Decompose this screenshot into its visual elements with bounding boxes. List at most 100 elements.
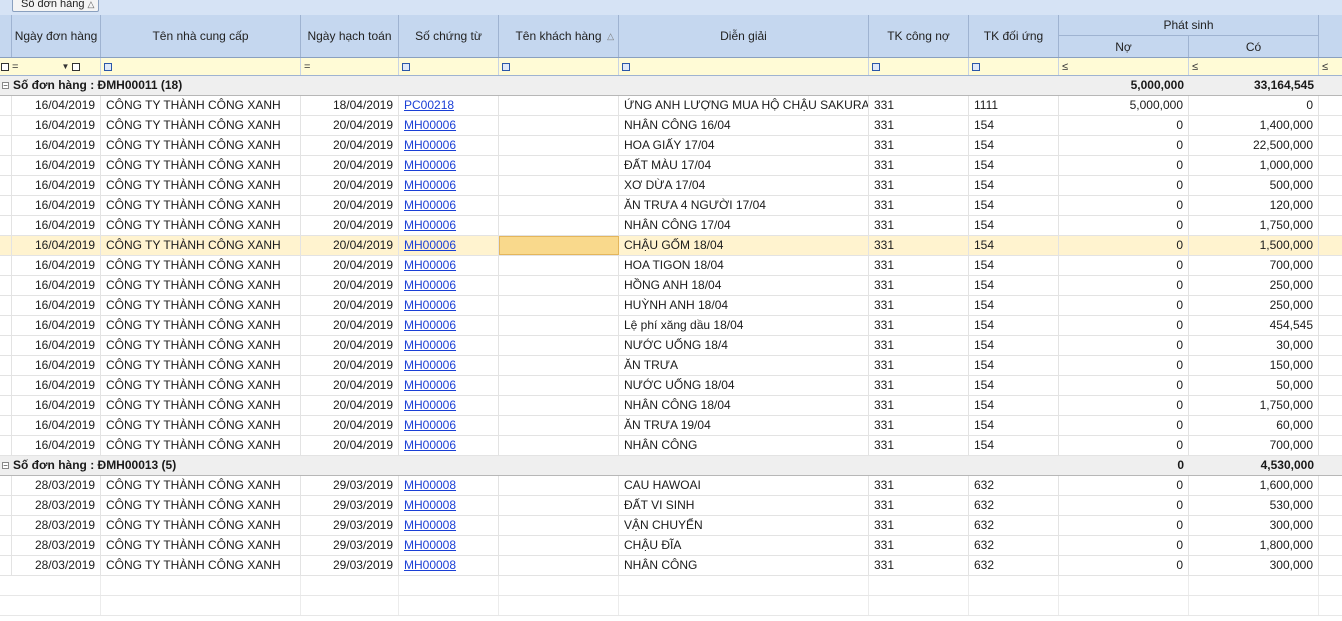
group-chip-so-don-hang[interactable]: Số đơn hàng △: [12, 0, 100, 12]
table-row[interactable]: 16/04/2019 CÔNG TY THÀNH CÔNG XANH 20/04/2…: [0, 236, 1342, 256]
header-ngay-don-hang[interactable]: Ngày đơn hàng: [12, 15, 101, 57]
filter-clear-icon[interactable]: [1, 62, 9, 71]
filter-ngay-hach-toan[interactable]: =: [301, 58, 399, 75]
cell-co: 300,000: [1189, 516, 1319, 535]
cell-so-chung-tu[interactable]: MH00006: [399, 176, 499, 195]
filter-apply-icon[interactable]: [72, 62, 81, 71]
filter-so-chung-tu[interactable]: [399, 58, 499, 75]
table-row[interactable]: 28/03/2019 CÔNG TY THÀNH CÔNG XANH 29/03/2…: [0, 476, 1342, 496]
filter-tk-doi-ung[interactable]: [969, 58, 1059, 75]
cell-tk-doi-ung: 632: [969, 536, 1059, 555]
cell-co: 1,750,000: [1189, 216, 1319, 235]
table-row[interactable]: 16/04/2019 CÔNG TY THÀNH CÔNG XANH 20/04/2…: [0, 176, 1342, 196]
table-row[interactable]: 16/04/2019 CÔNG TY THÀNH CÔNG XANH 20/04/2…: [0, 216, 1342, 236]
filter-ten-ncc[interactable]: [101, 58, 301, 75]
cell-so-chung-tu[interactable]: MH00006: [399, 296, 499, 315]
header-ngay-hach-toan[interactable]: Ngày hạch toán: [301, 15, 399, 57]
cell-so-chung-tu[interactable]: MH00006: [399, 396, 499, 415]
row-indicator: [0, 396, 12, 415]
table-row[interactable]: 16/04/2019 CÔNG TY THÀNH CÔNG XANH 20/04/2…: [0, 336, 1342, 356]
cell-so-chung-tu[interactable]: MH00008: [399, 536, 499, 555]
cell-so-chung-tu[interactable]: MH00006: [399, 276, 499, 295]
table-row[interactable]: 28/03/2019 CÔNG TY THÀNH CÔNG XANH 29/03/2…: [0, 556, 1342, 576]
group-label: Số đơn hàng : ĐMH00013 (5): [13, 458, 177, 472]
cell-ten-khach-hang: [499, 316, 619, 335]
table-row[interactable]: 16/04/2019 CÔNG TY THÀNH CÔNG XANH 20/04/2…: [0, 436, 1342, 456]
header-tk-doi-ung[interactable]: TK đối ứng: [969, 15, 1059, 57]
filter-co[interactable]: ≤: [1189, 58, 1319, 75]
table-row[interactable]: 16/04/2019 CÔNG TY THÀNH CÔNG XANH 20/04/2…: [0, 296, 1342, 316]
table-row[interactable]: 28/03/2019 CÔNG TY THÀNH CÔNG XANH 29/03/2…: [0, 536, 1342, 556]
cell-tk-doi-ung: 154: [969, 316, 1059, 335]
header-tk-cong-no[interactable]: TK công nợ: [869, 15, 969, 57]
cell-tk-doi-ung: 154: [969, 136, 1059, 155]
cell-ngay-hach-toan: 20/04/2019: [301, 176, 399, 195]
cell-so-chung-tu[interactable]: PC00218: [399, 96, 499, 115]
row-indicator: [0, 236, 12, 255]
header-co[interactable]: Có: [1189, 36, 1319, 57]
cell-so-chung-tu[interactable]: MH00006: [399, 156, 499, 175]
header-dien-giai[interactable]: Diễn giải: [619, 15, 869, 57]
cell-extra: [1319, 336, 1342, 355]
table-row[interactable]: 16/04/2019 CÔNG TY THÀNH CÔNG XANH 20/04/2…: [0, 356, 1342, 376]
cell-tk-cong-no: 331: [869, 496, 969, 515]
table-row[interactable]: 16/04/2019 CÔNG TY THÀNH CÔNG XANH 20/04/2…: [0, 196, 1342, 216]
cell-no: 0: [1059, 376, 1189, 395]
group-row[interactable]: − Số đơn hàng : ĐMH00011 (18) 5,000,000 33,…: [0, 76, 1342, 96]
table-row[interactable]: 28/03/2019 CÔNG TY THÀNH CÔNG XANH 29/03/2…: [0, 496, 1342, 516]
cell-so-chung-tu[interactable]: MH00006: [399, 136, 499, 155]
filter-dropdown-icon[interactable]: ▼: [61, 62, 69, 71]
cell-so-chung-tu[interactable]: MH00008: [399, 516, 499, 535]
cell-so-chung-tu[interactable]: MH00008: [399, 556, 499, 575]
cell-ten-nha-cung-cap: CÔNG TY THÀNH CÔNG XANH: [101, 476, 301, 495]
table-row[interactable]: 16/04/2019 CÔNG TY THÀNH CÔNG XANH 20/04/2…: [0, 156, 1342, 176]
cell-so-chung-tu[interactable]: MH00006: [399, 376, 499, 395]
cell-so-chung-tu[interactable]: MH00006: [399, 196, 499, 215]
table-row[interactable]: 16/04/2019 CÔNG TY THÀNH CÔNG XANH 20/04/2…: [0, 256, 1342, 276]
cell-so-chung-tu[interactable]: MH00006: [399, 256, 499, 275]
group-total-no: 5,000,000: [1130, 78, 1184, 92]
table-row[interactable]: 16/04/2019 CÔNG TY THÀNH CÔNG XANH 20/04/2…: [0, 136, 1342, 156]
cell-so-chung-tu[interactable]: MH00008: [399, 496, 499, 515]
header-ten-khach-hang[interactable]: Tên khách hàng △: [499, 15, 619, 57]
cell-so-chung-tu[interactable]: MH00006: [399, 436, 499, 455]
table-row[interactable]: 16/04/2019 CÔNG TY THÀNH CÔNG XANH 20/04/2…: [0, 416, 1342, 436]
group-total-no: 0: [1177, 458, 1184, 472]
cell-no: 0: [1059, 296, 1189, 315]
table-row[interactable]: 16/04/2019 CÔNG TY THÀNH CÔNG XANH 20/04/2…: [0, 276, 1342, 296]
filter-ngay-don-hang[interactable]: = ▼: [0, 58, 101, 75]
cell-ten-khach-hang: [499, 176, 619, 195]
cell-so-chung-tu[interactable]: MH00006: [399, 416, 499, 435]
cell-so-chung-tu[interactable]: MH00006: [399, 116, 499, 135]
header-no[interactable]: Nợ: [1059, 36, 1189, 57]
cell-so-chung-tu[interactable]: MH00006: [399, 216, 499, 235]
cell-tk-cong-no: 331: [869, 276, 969, 295]
filter-operator-eq: =: [304, 60, 311, 73]
cell-no: 0: [1059, 436, 1189, 455]
cell-no: 0: [1059, 476, 1189, 495]
group-row[interactable]: − Số đơn hàng : ĐMH00013 (5) 0 4,530,000: [0, 456, 1342, 476]
cell-so-chung-tu[interactable]: MH00006: [399, 316, 499, 335]
group-label: Số đơn hàng : ĐMH00011 (18): [13, 78, 183, 92]
filter-dien-giai[interactable]: [619, 58, 869, 75]
cell-dien-giai: ĂN TRƯA 4 NGƯỜI 17/04: [619, 196, 869, 215]
filter-no[interactable]: ≤: [1059, 58, 1189, 75]
filter-tk-cong-no[interactable]: [869, 58, 969, 75]
filter-ten-khach-hang[interactable]: [499, 58, 619, 75]
table-row[interactable]: 16/04/2019 CÔNG TY THÀNH CÔNG XANH 20/04/2…: [0, 316, 1342, 336]
collapse-icon[interactable]: −: [2, 462, 9, 470]
cell-so-chung-tu[interactable]: MH00008: [399, 476, 499, 495]
table-row[interactable]: 16/04/2019 CÔNG TY THÀNH CÔNG XANH 20/04/2…: [0, 396, 1342, 416]
table-row[interactable]: 16/04/2019 CÔNG TY THÀNH CÔNG XANH 18/04/2…: [0, 96, 1342, 116]
collapse-icon[interactable]: −: [2, 82, 9, 90]
table-row[interactable]: 28/03/2019 CÔNG TY THÀNH CÔNG XANH 29/03/2…: [0, 516, 1342, 536]
cell-extra: [1319, 556, 1342, 575]
cell-so-chung-tu[interactable]: MH00006: [399, 356, 499, 375]
cell-so-chung-tu[interactable]: MH00006: [399, 336, 499, 355]
filter-extra[interactable]: ≤: [1319, 58, 1342, 75]
table-row[interactable]: 16/04/2019 CÔNG TY THÀNH CÔNG XANH 20/04/2…: [0, 376, 1342, 396]
header-so-chung-tu[interactable]: Số chứng từ: [399, 15, 499, 57]
cell-so-chung-tu[interactable]: MH00006: [399, 236, 499, 255]
header-ten-nha-cung-cap[interactable]: Tên nhà cung cấp: [101, 15, 301, 57]
table-row[interactable]: 16/04/2019 CÔNG TY THÀNH CÔNG XANH 20/04/2…: [0, 116, 1342, 136]
